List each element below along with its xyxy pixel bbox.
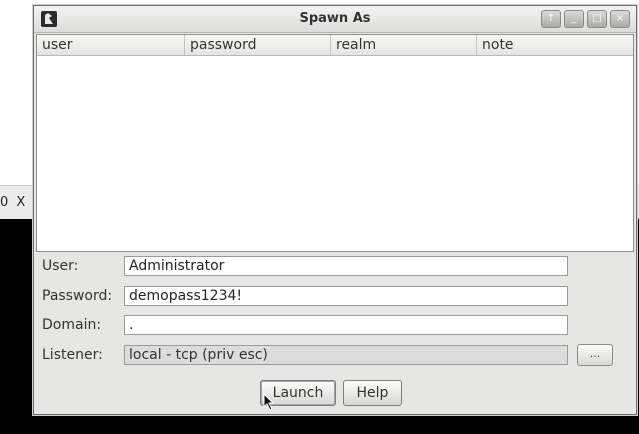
domain-field[interactable] (124, 315, 568, 335)
column-header-realm[interactable]: realm (331, 35, 477, 55)
help-button[interactable]: Help (343, 380, 402, 406)
title-bar[interactable]: Spawn As ↑ _ □ × (34, 6, 636, 33)
shade-icon[interactable]: ↑ (541, 10, 561, 28)
domain-label: Domain: (42, 317, 102, 333)
listener-field[interactable] (124, 345, 568, 365)
user-label: User: (42, 258, 79, 274)
maximize-icon[interactable]: □ (587, 10, 607, 28)
credentials-table[interactable]: user password realm note (36, 34, 634, 252)
mouse-cursor-icon (263, 393, 275, 411)
close-icon[interactable]: × (610, 10, 630, 28)
column-header-note[interactable]: note (477, 35, 633, 55)
spawn-as-dialog: Spawn As ↑ _ □ × user password realm not… (33, 5, 637, 415)
column-header-user[interactable]: user (37, 35, 185, 55)
minimize-icon[interactable]: _ (564, 10, 584, 28)
user-field[interactable] (124, 256, 568, 276)
background-app-text: 0 X (0, 195, 28, 210)
password-label: Password: (42, 288, 113, 304)
table-header: user password realm note (37, 35, 633, 56)
listener-label: Listener: (42, 347, 103, 363)
listener-browse-button[interactable]: ... (577, 344, 613, 366)
password-field[interactable] (124, 286, 568, 306)
column-header-password[interactable]: password (185, 35, 331, 55)
